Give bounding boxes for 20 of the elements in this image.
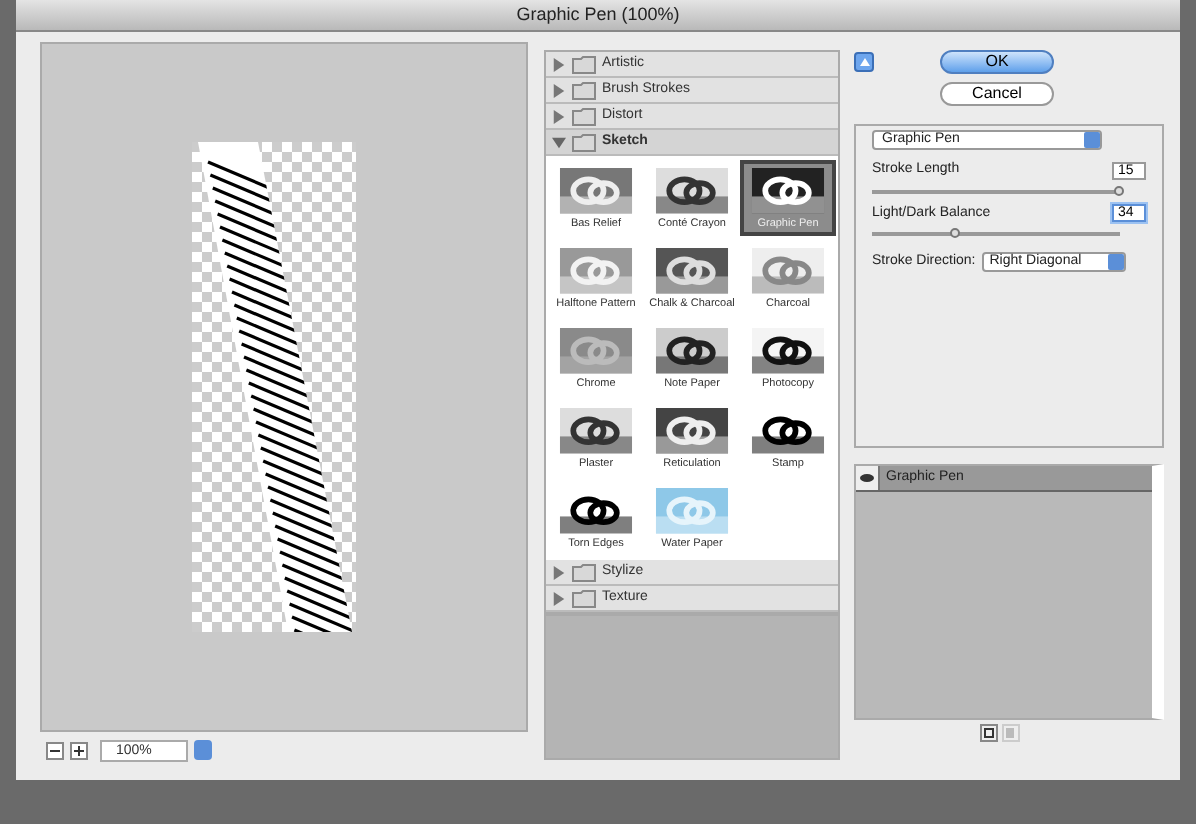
slider-thumb[interactable] <box>1114 185 1124 195</box>
new-layer-icon <box>983 728 993 738</box>
folder-icon <box>572 563 596 581</box>
zoom-dropdown-button[interactable] <box>194 740 212 760</box>
zoom-out-button[interactable] <box>46 741 64 759</box>
trash-icon <box>1006 728 1014 738</box>
cancel-button[interactable]: Cancel <box>940 82 1054 106</box>
new-layer-button[interactable] <box>979 724 997 742</box>
window-title: Graphic Pen (100%) <box>516 1 680 28</box>
zoom-in-button[interactable] <box>70 741 88 759</box>
up-arrow-icon <box>859 58 869 66</box>
minus-icon <box>50 749 60 751</box>
ok-button[interactable]: OK <box>940 50 1054 74</box>
eye-icon <box>860 474 874 482</box>
slider-thumb[interactable] <box>950 228 961 238</box>
expanded-arrow-icon[interactable] <box>552 135 566 149</box>
plus-icon <box>74 745 84 755</box>
collapse-gallery-button[interactable] <box>854 52 874 72</box>
folder-icon <box>572 55 596 73</box>
visibility-toggle[interactable] <box>856 466 880 490</box>
